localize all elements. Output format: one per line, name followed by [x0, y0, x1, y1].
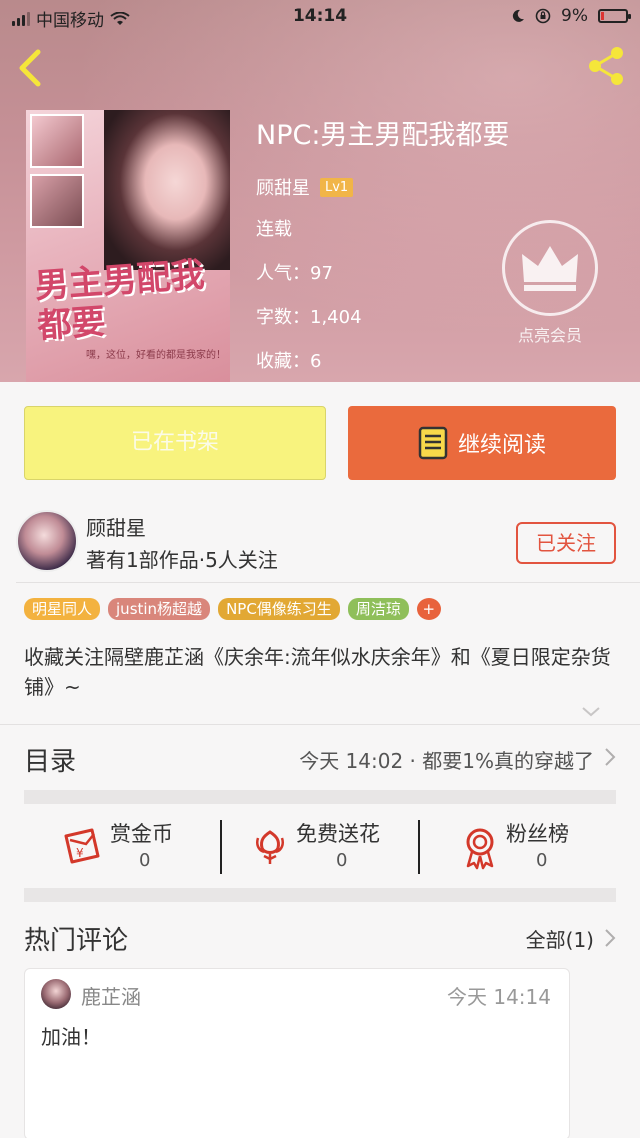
chevron-left-icon [19, 49, 41, 87]
fans-ranking[interactable]: 粉丝榜 0 [460, 818, 640, 878]
book-description: 收藏关注隔壁鹿芷涵《庆余年:流年似水庆余年》和《夏日限定杂货铺》~ [24, 645, 611, 699]
tag[interactable]: NPC偶像练习生 [218, 598, 340, 620]
cover-photo [30, 114, 84, 168]
share-button[interactable] [584, 44, 628, 88]
latest-chapter: 今天 14:02 · 都要1%真的穿越了 [299, 749, 594, 773]
member-button[interactable]: 点亮会员 [500, 220, 600, 346]
flower-icon [256, 830, 284, 864]
book-cover[interactable]: 男主男配我都要 嘿，这位，好看的都是我家的！ [26, 110, 230, 382]
flower-label: 免费送花 [296, 822, 380, 846]
level-badge: Lv1 [320, 177, 354, 197]
book-info: NPC:男主男配我都要 顾甜星 Lv1 连载 人气：97 字数：1,404 收藏… [256, 118, 509, 376]
reward-label: 赏金币 [110, 822, 173, 846]
flower-value: 0 [336, 850, 348, 871]
book-icon [418, 426, 448, 460]
status-bar: 中国移动 14:14 9% [0, 0, 640, 34]
book-author[interactable]: 顾甜星 [256, 174, 310, 200]
section-divider [24, 790, 616, 804]
divider [16, 582, 640, 583]
rotation-lock-icon [535, 8, 551, 24]
word-count-label: 字数： [256, 307, 310, 328]
award-medal-icon [466, 828, 494, 870]
fans-value: 0 [536, 850, 548, 871]
section-divider [24, 888, 616, 902]
author-avatar[interactable] [16, 510, 78, 572]
share-icon [589, 47, 623, 85]
favorites-value: 6 [310, 351, 322, 372]
free-flowers[interactable]: 免费送花 0 [250, 818, 450, 878]
book-status: 连载 [256, 219, 292, 240]
back-button[interactable] [12, 44, 48, 88]
tag[interactable]: justin杨超越 [108, 598, 211, 620]
svg-text:¥: ¥ [76, 846, 84, 860]
hot-comments: 热门评论 全部(1) 鹿芷涵 今天 14:14 加油！ [0, 902, 640, 1138]
tag-list: 明星同人 justin杨超越 NPC偶像练习生 周洁琼 + [24, 598, 441, 620]
divider [220, 820, 222, 874]
battery-icon [598, 9, 631, 23]
tag[interactable]: 周洁琼 [347, 598, 409, 620]
chevron-right-icon [605, 748, 616, 766]
on-shelf-button[interactable]: 已在书架 [24, 406, 326, 480]
popularity-value: 97 [310, 263, 333, 284]
cover-illustration [104, 110, 230, 270]
red-envelope-icon: ¥ [64, 828, 100, 864]
book-header: 中国移动 14:14 9% 男主男配我都要 嘿，这位，好看的都是我家的！ NPC… [0, 0, 640, 382]
author-name[interactable]: 顾甜星 [86, 512, 146, 541]
catalog-title: 目录 [24, 747, 77, 777]
battery-percent: 9% [561, 6, 588, 26]
member-label: 点亮会员 [517, 326, 582, 345]
moon-icon [512, 9, 525, 22]
follow-button[interactable]: 已关注 [516, 522, 616, 564]
tag[interactable]: 明星同人 [24, 598, 101, 620]
chevron-right-icon [605, 929, 616, 947]
reward-coins[interactable]: ¥ 赏金币 0 [62, 818, 262, 878]
fans-label: 粉丝榜 [506, 822, 569, 846]
continue-reading-label: 继续阅读 [457, 433, 546, 458]
cover-subtitle: 嘿，这位，好看的都是我家的！ [86, 350, 226, 361]
catalog-row[interactable]: 目录 今天 14:02 · 都要1%真的穿越了 [0, 724, 640, 790]
commenter-name[interactable]: 鹿芷涵 [81, 981, 141, 1010]
reward-value: 0 [139, 850, 151, 871]
author-section: 顾甜星 著有1部作品·5人关注 已关注 明星同人 justin杨超越 NPC偶像… [0, 496, 640, 720]
comment-time: 今天 14:14 [447, 985, 551, 1009]
author-stats: 著有1部作品·5人关注 [86, 548, 278, 572]
book-title: NPC:男主男配我都要 [256, 120, 510, 151]
add-tag-button[interactable]: + [416, 598, 441, 620]
comment-text: 加油！ [41, 1025, 101, 1049]
comment-card[interactable]: 鹿芷涵 今天 14:14 加油！ [24, 968, 570, 1138]
chevron-down-icon [582, 707, 600, 717]
favorites-label: 收藏： [256, 351, 310, 372]
divider [418, 820, 420, 874]
crown-icon [522, 246, 578, 291]
action-bar: 已在书架 继续阅读 [0, 382, 640, 496]
popularity-label: 人气： [256, 263, 310, 284]
continue-reading-button[interactable]: 继续阅读 [348, 406, 616, 480]
expand-button[interactable] [580, 702, 602, 721]
commenter-avatar[interactable] [41, 979, 71, 1009]
comments-title: 热门评论 [24, 926, 129, 956]
cover-title: 男主男配我都要 [33, 254, 206, 347]
support-stats: ¥ 赏金币 0 免费送花 0 粉丝榜 0 [0, 804, 640, 888]
cover-photo [30, 174, 84, 228]
word-count-value: 1,404 [310, 307, 362, 328]
all-comments-link[interactable]: 全部(1) [526, 924, 594, 953]
